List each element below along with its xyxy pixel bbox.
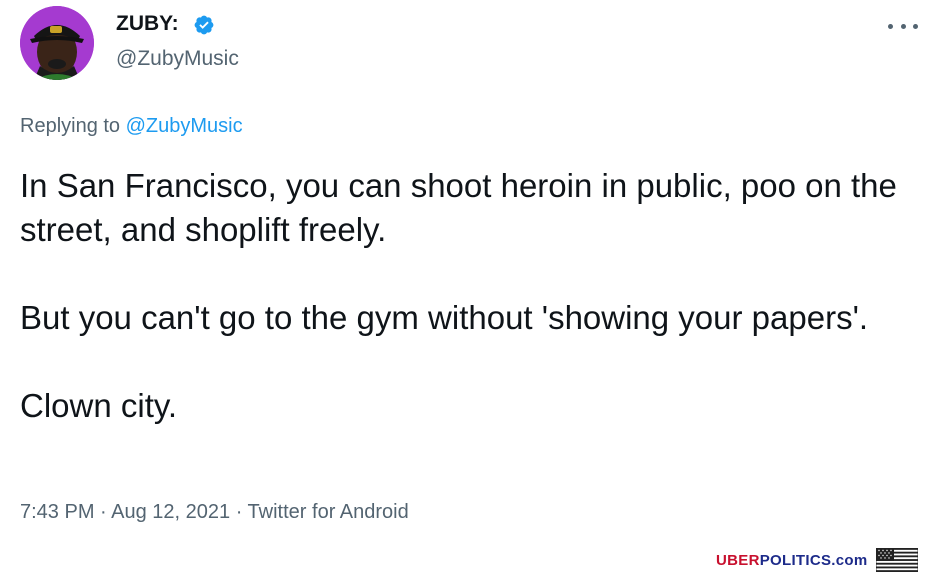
avatar-image	[20, 6, 94, 80]
avatar[interactable]	[20, 6, 94, 80]
tweet-timestamp[interactable]: 7:43 PM · Aug 12, 2021 · Twitter for And…	[20, 498, 409, 526]
replying-to-label: Replying to	[20, 115, 121, 137]
more-options-icon[interactable]	[888, 14, 918, 38]
tweet-paragraph: Clown city.	[20, 387, 178, 424]
us-flag-icon	[875, 548, 918, 572]
verified-badge-icon	[194, 15, 214, 35]
author-display-name[interactable]: ZUBY:	[116, 11, 179, 37]
more-dot	[888, 23, 893, 29]
watermark-part-politics: POLITICS	[759, 551, 832, 569]
more-dot	[900, 23, 906, 29]
watermark: UBER POLITICS .com	[716, 546, 918, 573]
watermark-part-uber: UBER	[716, 551, 760, 569]
replying-to-mention-link[interactable]: @ZubyMusic	[126, 115, 243, 137]
tweet-paragraph: In San Francisco, you can shoot heroin i…	[20, 167, 897, 248]
author-handle[interactable]: @ZubyMusic	[116, 46, 239, 72]
tweet-text: In San Francisco, you can shoot heroin i…	[20, 164, 900, 428]
watermark-part-com: .com	[831, 551, 868, 569]
tweet-paragraph: But you can't go to the gym without 'sho…	[20, 299, 869, 336]
replying-to: Replying to @ZubyMusic	[20, 113, 243, 139]
more-dot	[913, 23, 918, 29]
